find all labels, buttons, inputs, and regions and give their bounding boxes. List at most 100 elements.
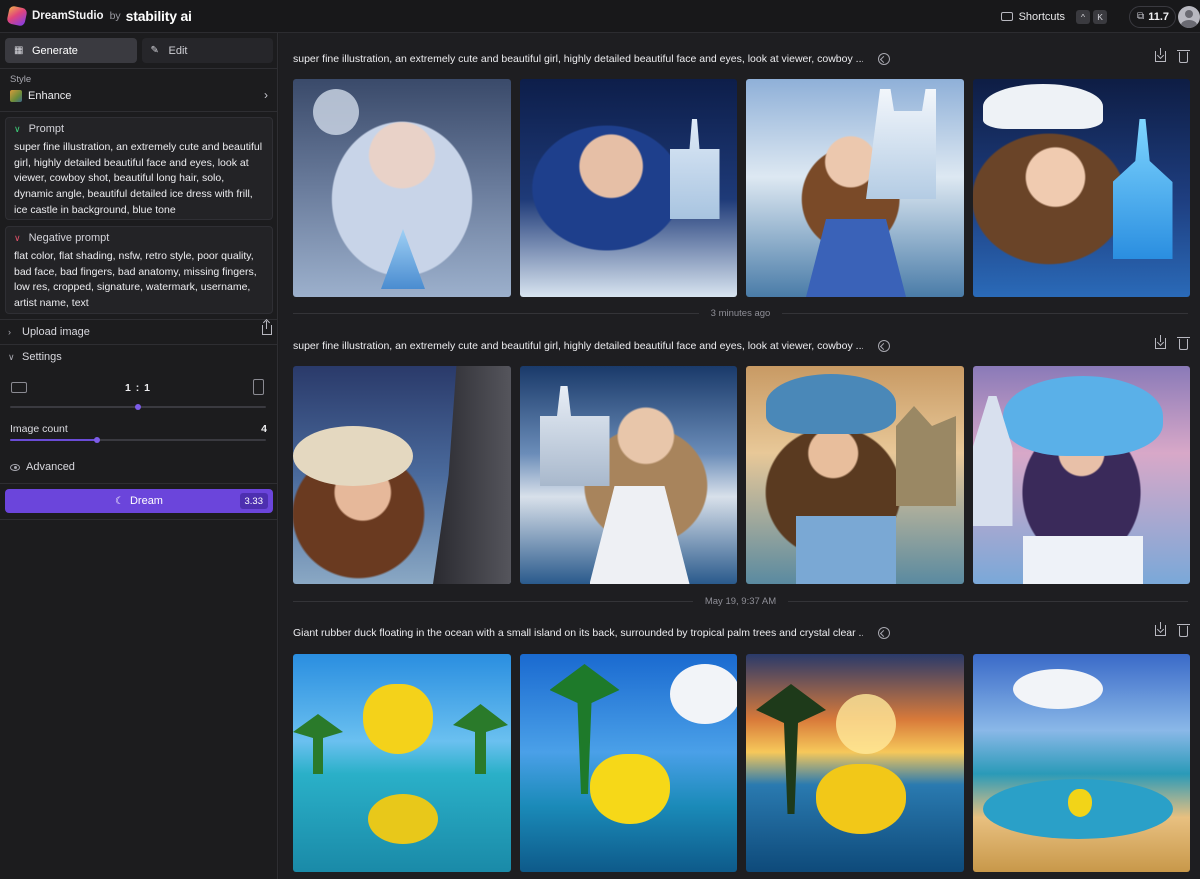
generated-image[interactable] [519,79,737,297]
negative-prompt-header[interactable]: ∨ Negative prompt [6,227,272,249]
settings-row[interactable]: ∨ Settings [8,350,272,364]
generation-header: super fine illustration, an extremely cu… [293,48,1190,67]
image-row [293,654,1190,872]
credits-icon: ⧉ [1137,11,1145,22]
tab-edit[interactable]: ✎ Edit [141,38,273,63]
tab-generate[interactable]: ▦ Generate [5,38,137,63]
generation-prompt[interactable]: Giant rubber duck floating in the ocean … [293,627,863,639]
timestamp: 3 minutes ago [710,307,771,319]
grid-icon: ▦ [14,45,24,56]
brand-by: by [109,10,121,22]
negative-prompt-title: Negative prompt [28,232,110,244]
style-label: Style [10,74,32,85]
shortcut-key-ctrl: ^ [1076,9,1091,24]
trash-icon[interactable] [1177,337,1190,350]
image-count-slider-fill [10,439,98,441]
tab-edit-label: Edit [168,44,188,57]
style-selector[interactable]: Enhance › [10,88,268,103]
generated-image[interactable] [746,654,964,872]
divider [0,483,277,484]
aspect-ratio-slider-thumb[interactable] [135,404,141,410]
image-row [293,366,1190,584]
aspect-ratio-control: 1 : 1 [10,379,266,395]
image-count-slider[interactable] [10,437,266,443]
image-count-slider-thumb[interactable] [94,437,101,443]
credits-badge[interactable]: ⧉ 11.7 [1129,5,1176,28]
aspect-ratio-value: 1 : 1 [124,382,151,394]
generated-image[interactable] [746,79,964,297]
generated-image[interactable] [293,366,511,584]
generation-prompt[interactable]: super fine illustration, an extremely cu… [293,53,863,65]
timestamp-separator: May 19, 9:37 AM [293,595,1189,607]
avatar[interactable] [1178,5,1200,28]
advanced-label: Advanced [26,461,75,473]
settings-label: Settings [22,351,62,363]
tab-generate-label: Generate [32,44,78,57]
shortcuts-label: Shortcuts [1018,10,1066,23]
prompt-title: Prompt [28,123,65,135]
shortcuts-button[interactable]: Shortcuts ^ K [1000,9,1108,24]
divider [0,319,277,320]
advanced-toggle[interactable]: Advanced [10,460,274,474]
timestamp-separator: 3 minutes ago [293,307,1188,319]
dream-label: Dream [129,495,163,507]
dream-button[interactable]: ☾ Dream 3.33 [5,489,273,513]
chevron-down-icon: ∨ [14,123,21,134]
dreamstudio-logo-icon [6,5,28,27]
divider [0,111,277,112]
generated-image[interactable] [746,366,964,584]
style-value: Enhance [28,90,72,102]
generation-header: super fine illustration, an extremely cu… [293,335,1190,354]
download-icon[interactable] [1155,335,1166,349]
generated-image[interactable] [293,79,511,297]
style-thumbnail-icon [10,90,22,102]
negative-prompt-input[interactable]: flat color, flat shading, nsfw, retro st… [6,249,272,312]
image-count-value: 4 [261,423,267,435]
generated-image[interactable] [519,654,737,872]
portrait-icon[interactable] [253,379,264,395]
sidebar: ▦ Generate ✎ Edit Style Enhance › ∨ Prom… [0,33,278,879]
divider [0,344,277,345]
trash-icon[interactable] [1177,50,1190,63]
prompt-header[interactable]: ∨ Prompt [6,118,272,140]
trash-icon[interactable] [1177,624,1190,637]
download-icon[interactable] [1155,622,1166,636]
eye-icon [10,463,20,471]
generated-image[interactable] [519,366,737,584]
aspect-ratio-slider[interactable] [10,404,266,410]
mode-tabs: ▦ Generate ✎ Edit [5,38,273,63]
negative-prompt-panel[interactable]: ∨ Negative prompt flat color, flat shadi… [5,226,273,314]
app-name: DreamStudio [32,10,104,22]
divider [0,68,277,69]
edit-icon: ✎ [150,45,159,56]
company-name: stability ai [125,8,192,24]
reuse-prompt-icon[interactable] [878,627,890,639]
upload-image-label: Upload image [22,326,90,338]
brand[interactable]: DreamStudio by stability ai [6,5,192,27]
upload-image-row[interactable]: › Upload image [8,321,272,339]
reuse-prompt-icon[interactable] [878,340,890,352]
generated-image[interactable] [972,654,1190,872]
chevron-down-icon: ∨ [8,351,15,362]
shortcut-key-k: K [1093,9,1108,24]
image-row [293,79,1190,297]
image-count-row: Image count 4 [10,423,267,437]
prompt-input[interactable]: super fine illustration, an extremely cu… [6,140,272,219]
top-bar: DreamStudio by stability ai Shortcuts ^ … [0,0,1200,33]
timestamp: May 19, 9:37 AM [704,595,777,607]
dream-icon: ☾ [115,495,124,507]
divider [0,519,277,520]
generated-image[interactable] [293,654,511,872]
prompt-panel[interactable]: ∨ Prompt super fine illustration, an ext… [5,117,273,220]
download-icon[interactable] [1155,48,1166,62]
dream-cost-badge: 3.33 [239,493,268,509]
generated-image[interactable] [972,79,1190,297]
generation-prompt[interactable]: super fine illustration, an extremely cu… [293,340,863,352]
reuse-prompt-icon[interactable] [878,53,890,65]
generation-header: Giant rubber duck floating in the ocean … [293,622,1190,641]
chevron-down-icon: ∨ [14,232,21,243]
chevron-right-icon: › [8,327,11,337]
image-feed: super fine illustration, an extremely cu… [279,33,1200,879]
upload-icon[interactable] [262,321,272,335]
generated-image[interactable] [972,366,1190,584]
